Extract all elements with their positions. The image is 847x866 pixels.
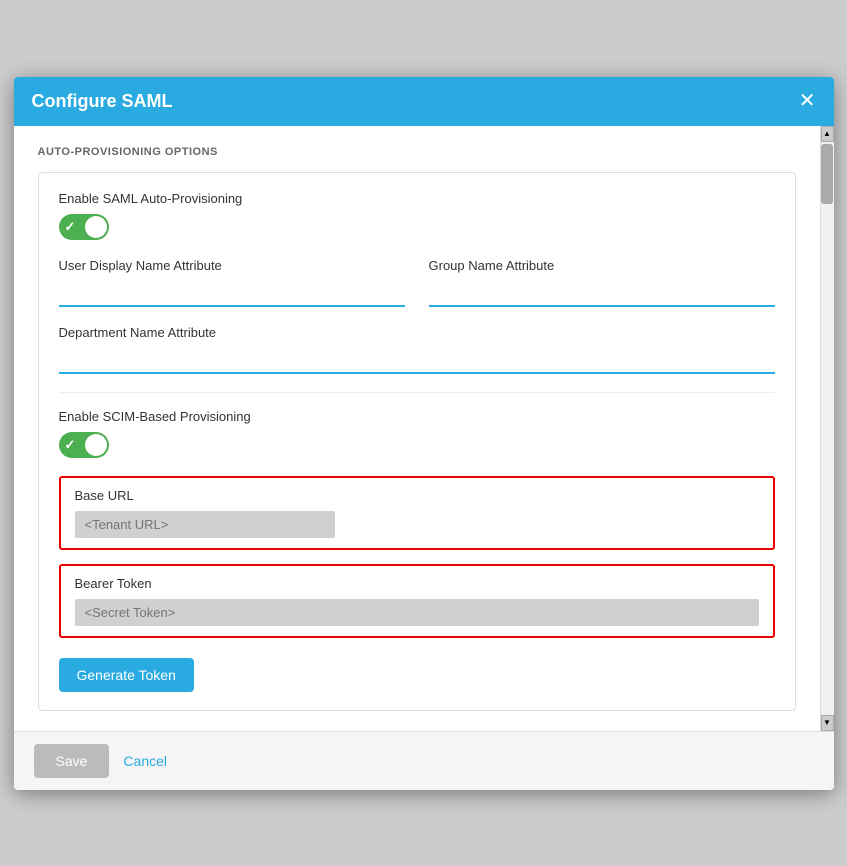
bearer-token-label: Bearer Token bbox=[75, 576, 759, 591]
group-name-input[interactable] bbox=[429, 281, 775, 307]
scrollbar-up-arrow[interactable]: ▲ bbox=[821, 126, 834, 142]
bearer-token-box: Bearer Token bbox=[59, 564, 775, 638]
scim-toggle-check-icon: ✓ bbox=[65, 437, 76, 453]
base-url-label: Base URL bbox=[75, 488, 759, 503]
save-button[interactable]: Save bbox=[34, 744, 110, 778]
close-button[interactable]: ✕ bbox=[799, 91, 816, 111]
user-display-name-input[interactable] bbox=[59, 281, 405, 307]
enable-scim-field: Enable SCIM-Based Provisioning ✓ bbox=[59, 409, 775, 458]
department-name-field: Department Name Attribute bbox=[59, 325, 775, 374]
dialog-title: Configure SAML bbox=[32, 91, 173, 112]
enable-scim-toggle[interactable]: ✓ bbox=[59, 432, 109, 458]
scrollbar-thumb[interactable] bbox=[821, 144, 833, 204]
enable-scim-label: Enable SCIM-Based Provisioning bbox=[59, 409, 775, 424]
group-name-field: Group Name Attribute bbox=[429, 258, 775, 307]
base-url-input[interactable] bbox=[75, 511, 335, 538]
dialog-body: AUTO-PROVISIONING OPTIONS Enable SAML Au… bbox=[14, 126, 834, 731]
divider bbox=[59, 392, 775, 393]
enable-saml-field: Enable SAML Auto-Provisioning ✓ bbox=[59, 191, 775, 240]
toggle-check-icon: ✓ bbox=[65, 219, 76, 235]
options-box: Enable SAML Auto-Provisioning ✓ User Dis… bbox=[38, 172, 796, 711]
group-name-label: Group Name Attribute bbox=[429, 258, 775, 273]
base-url-box: Base URL bbox=[59, 476, 775, 550]
user-display-name-label: User Display Name Attribute bbox=[59, 258, 405, 273]
user-display-name-field: User Display Name Attribute bbox=[59, 258, 405, 307]
enable-saml-label: Enable SAML Auto-Provisioning bbox=[59, 191, 775, 206]
enable-saml-toggle[interactable]: ✓ bbox=[59, 214, 109, 240]
dialog-content: AUTO-PROVISIONING OPTIONS Enable SAML Au… bbox=[14, 126, 820, 731]
department-row: Department Name Attribute bbox=[59, 325, 775, 374]
department-name-label: Department Name Attribute bbox=[59, 325, 775, 340]
department-name-input[interactable] bbox=[59, 348, 775, 374]
scrollbar-down-arrow[interactable]: ▼ bbox=[821, 715, 834, 731]
scim-toggle-thumb bbox=[85, 434, 107, 456]
configure-saml-dialog: Configure SAML ✕ AUTO-PROVISIONING OPTIO… bbox=[14, 77, 834, 790]
enable-scim-toggle-container: ✓ bbox=[59, 432, 775, 458]
bearer-token-input[interactable] bbox=[75, 599, 759, 626]
generate-token-button[interactable]: Generate Token bbox=[59, 658, 194, 692]
name-attributes-row: User Display Name Attribute Group Name A… bbox=[59, 258, 775, 307]
section-label: AUTO-PROVISIONING OPTIONS bbox=[38, 146, 796, 158]
dialog-footer: Save Cancel bbox=[14, 731, 834, 790]
dialog-header: Configure SAML ✕ bbox=[14, 77, 834, 126]
toggle-thumb bbox=[85, 216, 107, 238]
enable-saml-toggle-container: ✓ bbox=[59, 214, 775, 240]
scrollbar-track: ▲ ▼ bbox=[820, 126, 834, 731]
cancel-button[interactable]: Cancel bbox=[123, 753, 167, 769]
